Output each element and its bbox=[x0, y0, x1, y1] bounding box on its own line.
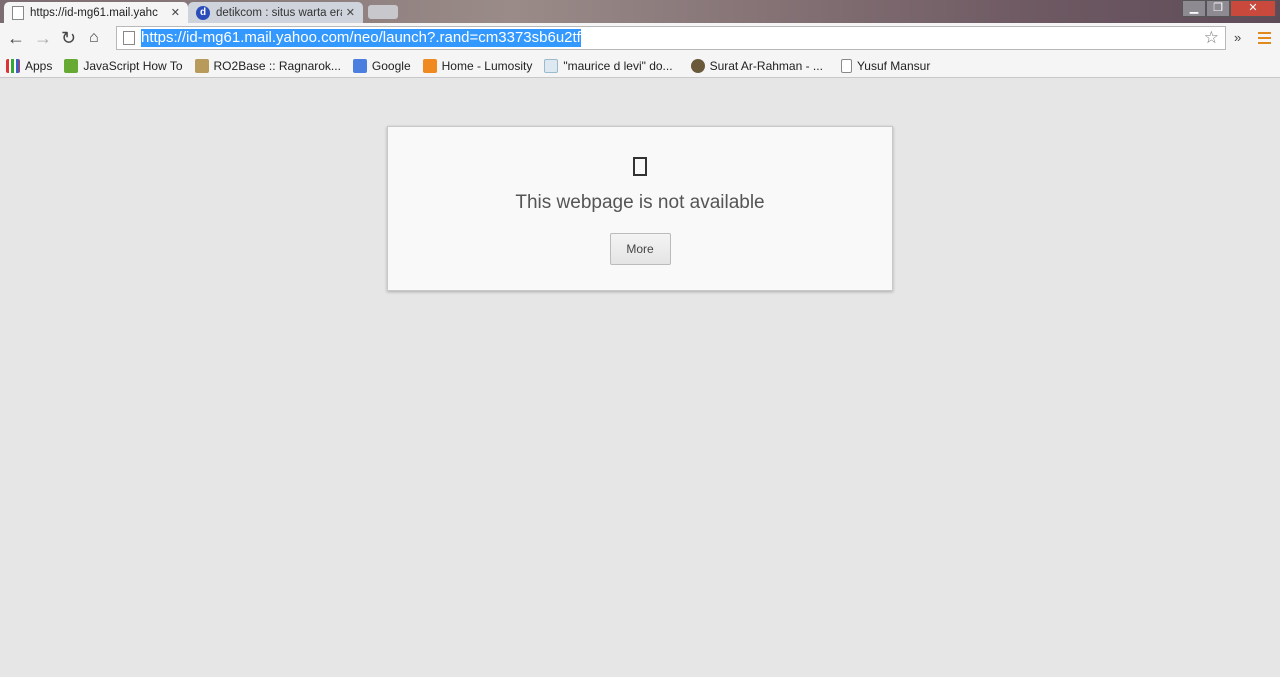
home-icon[interactable]: ⌂ bbox=[89, 28, 99, 48]
bookmark-label: RO2Base :: Ragnarok... bbox=[213, 58, 341, 73]
bookmark-label: JavaScript How To bbox=[83, 58, 183, 73]
quran-icon bbox=[690, 58, 705, 73]
bookmark-yusuf[interactable]: Yusuf Mansur bbox=[840, 58, 931, 73]
bookmark-javascript[interactable]: JavaScript How To bbox=[64, 58, 183, 73]
bf-icon bbox=[544, 58, 559, 73]
back-icon[interactable]: ← bbox=[7, 28, 25, 48]
page-icon bbox=[12, 5, 24, 20]
page-icon bbox=[123, 31, 135, 45]
tab-title: detikcom : situs warta era bbox=[216, 6, 342, 19]
error-card: This webpage is not available More bbox=[387, 126, 893, 291]
toolbar: ← → ↻ ⌂ https://id-mg61.mail.yahoo.com/n… bbox=[0, 23, 1280, 54]
bookmark-maurice[interactable]: "maurice d levi" do... bbox=[544, 58, 673, 73]
bookmarks-bar: Apps JavaScript How To RO2Base :: Ragnar… bbox=[0, 54, 1280, 78]
bookmark-label: Surat Ar-Rahman - ... bbox=[709, 58, 823, 73]
ro2base-icon bbox=[194, 58, 209, 73]
bookmark-label: Yusuf Mansur bbox=[856, 58, 931, 73]
reload-icon[interactable]: ↻ bbox=[61, 28, 76, 48]
minimize-button[interactable]: ▁ bbox=[1182, 0, 1206, 17]
menu-icon[interactable] bbox=[1258, 32, 1271, 47]
page-icon bbox=[840, 58, 852, 73]
detik-icon: d bbox=[196, 5, 210, 20]
error-message: This webpage is not available bbox=[515, 192, 765, 213]
bookmark-label: Apps bbox=[25, 58, 53, 73]
bookmark-star-icon[interactable]: ☆ bbox=[1204, 28, 1219, 48]
bookmark-lumosity[interactable]: Home - Lumosity bbox=[422, 58, 533, 73]
extensions-chevron-icon[interactable]: » bbox=[1234, 30, 1241, 45]
close-window-button[interactable]: ✕ bbox=[1230, 0, 1276, 17]
close-tab-icon[interactable]: ✕ bbox=[346, 6, 355, 19]
title-bar: https://id-mg61.mail.yahc ✕ d detikcom :… bbox=[0, 0, 1280, 23]
bookmark-surat[interactable]: Surat Ar-Rahman - ... bbox=[690, 58, 823, 73]
more-button[interactable]: More bbox=[609, 233, 671, 265]
bookmark-apps[interactable]: Apps bbox=[6, 58, 53, 73]
restore-button[interactable]: ❐ bbox=[1206, 0, 1230, 17]
sad-page-icon bbox=[633, 157, 647, 176]
bookmark-ro2base[interactable]: RO2Base :: Ragnarok... bbox=[194, 58, 341, 73]
address-bar[interactable]: https://id-mg61.mail.yahoo.com/neo/launc… bbox=[116, 26, 1226, 50]
close-tab-icon[interactable]: ✕ bbox=[171, 6, 180, 19]
forward-icon[interactable]: → bbox=[34, 28, 52, 48]
w3schools-icon bbox=[64, 58, 79, 73]
bookmark-label: Google bbox=[371, 58, 411, 73]
bookmark-label: Home - Lumosity bbox=[441, 58, 533, 73]
apps-grid-icon bbox=[6, 58, 20, 73]
bookmark-label: "maurice d levi" do... bbox=[563, 58, 673, 73]
lumosity-icon bbox=[422, 58, 437, 73]
new-tab-button[interactable] bbox=[368, 5, 398, 19]
google-icon bbox=[352, 58, 367, 73]
tab-title: https://id-mg61.mail.yahc bbox=[30, 6, 158, 19]
tab-active[interactable]: https://id-mg61.mail.yahc ✕ bbox=[4, 2, 188, 23]
tab-detikcom[interactable]: d detikcom : situs warta era ✕ bbox=[188, 2, 363, 23]
url-text[interactable]: https://id-mg61.mail.yahoo.com/neo/launc… bbox=[141, 29, 581, 47]
bookmark-google[interactable]: Google bbox=[352, 58, 411, 73]
